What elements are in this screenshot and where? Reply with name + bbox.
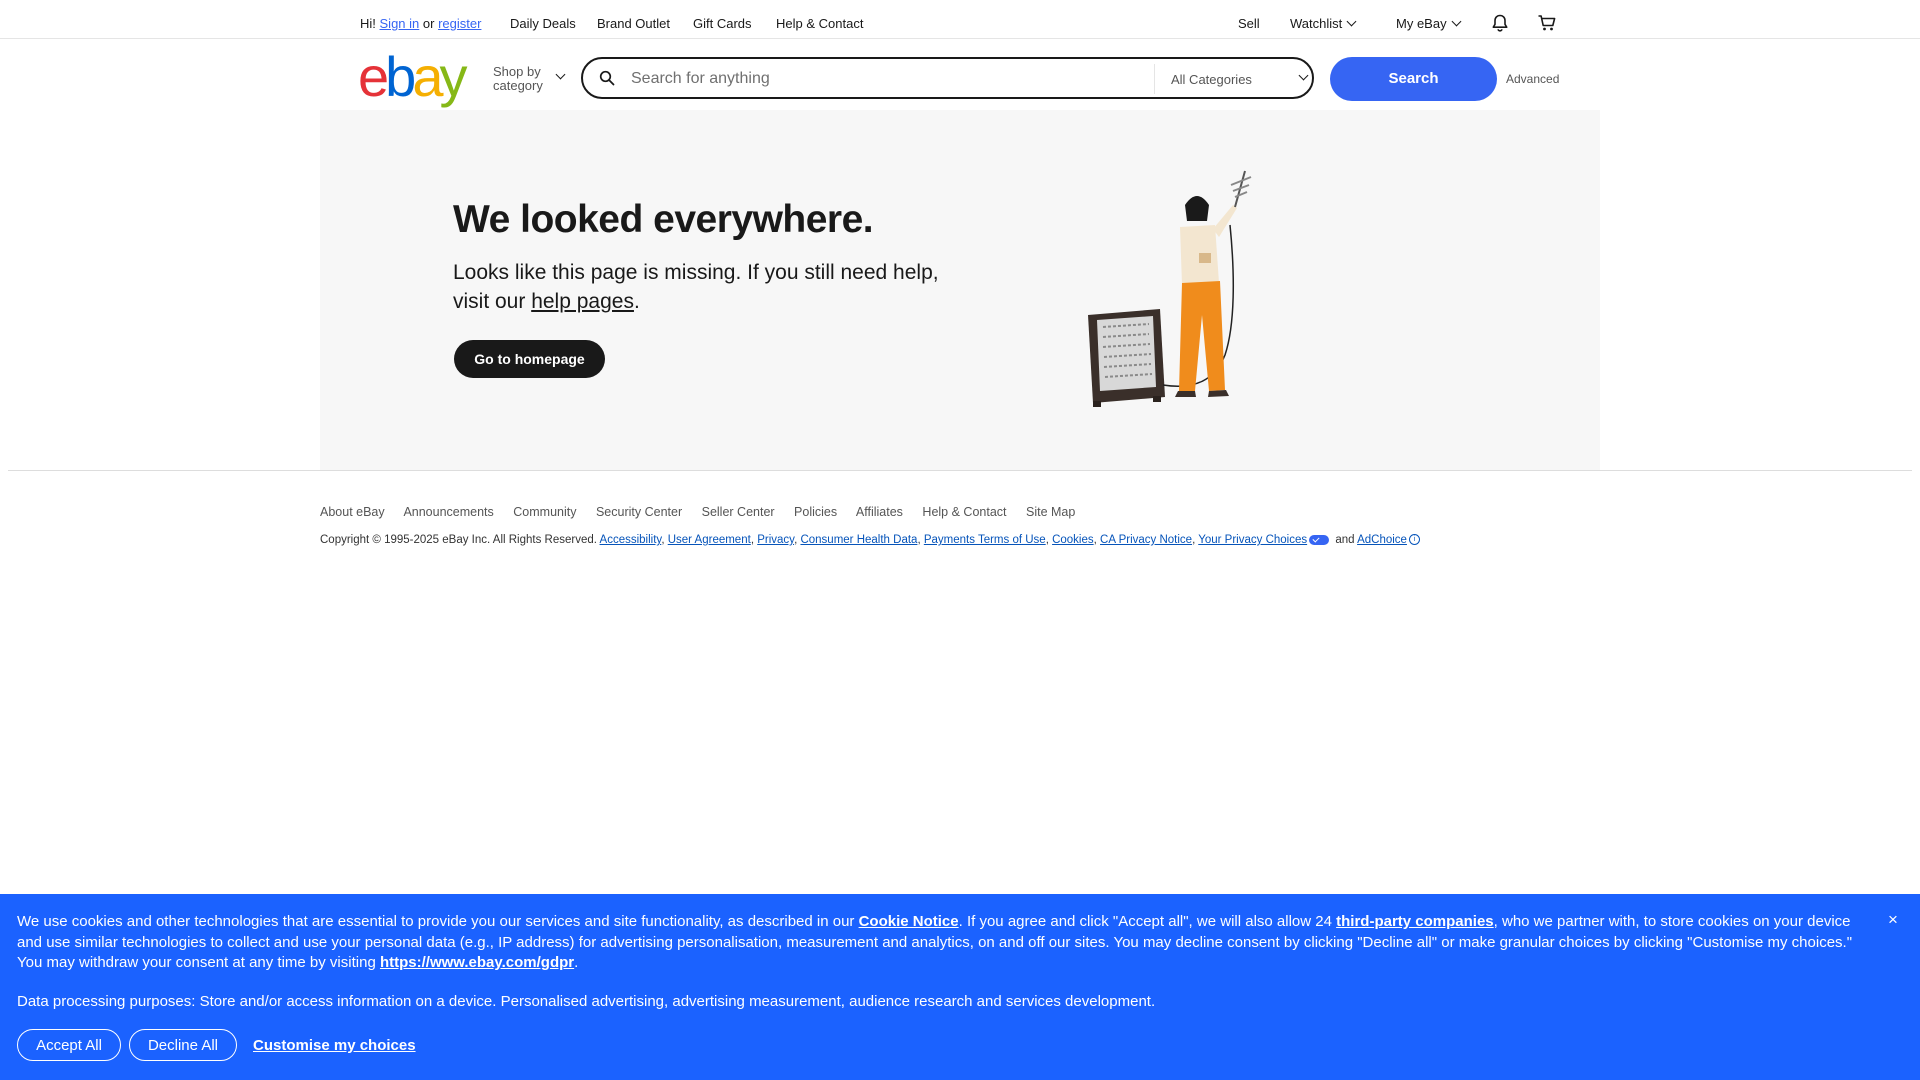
go-to-homepage-button[interactable]: Go to homepage <box>454 340 605 378</box>
cookie-text-part1: We use cookies and other technologies th… <box>17 913 859 930</box>
accept-all-button[interactable]: Accept All <box>17 1029 121 1061</box>
error-message: Looks like this page is missing. If you … <box>453 258 973 316</box>
cookie-text-part4: . <box>574 954 579 971</box>
error-message-text: Looks like this page is missing. If you … <box>453 261 939 313</box>
footer-link-policies[interactable]: Policies <box>794 505 837 519</box>
footer-links: About eBay Announcements Community Secur… <box>320 505 1091 519</box>
and-text: and <box>1335 534 1355 546</box>
footer-link-community[interactable]: Community <box>513 505 576 519</box>
logo-letter-b: b <box>385 45 416 108</box>
category-select[interactable]: All Categories <box>1171 72 1252 87</box>
top-utility-bar-inner: Hi! Sign in or register Daily Deals Bran… <box>360 0 1560 38</box>
bell-icon[interactable] <box>1490 13 1510 33</box>
third-party-companies-link[interactable]: third-party companies <box>1336 913 1494 930</box>
decline-all-button[interactable]: Decline All <box>129 1029 237 1061</box>
help-pages-link[interactable]: help pages <box>531 290 634 313</box>
search-icon <box>599 70 615 86</box>
chevron-down-icon <box>1346 16 1357 27</box>
sell-link[interactable]: Sell <box>1238 16 1260 31</box>
logo-letter-e: e <box>358 45 389 108</box>
daily-deals-link[interactable]: Daily Deals <box>510 16 576 31</box>
person-illustration <box>1175 196 1237 397</box>
data-processing-purposes: Data processing purposes: Store and/or a… <box>17 993 1156 1010</box>
site-header: ebay Shop by category All Categories Sea… <box>0 39 1920 109</box>
footer-divider <box>8 470 1912 471</box>
chevron-down-icon <box>1451 16 1462 27</box>
logo-letter-y: y <box>439 45 467 108</box>
chevron-down-icon[interactable] <box>1298 70 1309 81</box>
copyright-line: Copyright © 1995-2025 eBay Inc. All Righ… <box>320 534 1420 546</box>
error-hero: We looked everywhere. Looks like this pa… <box>320 110 1600 470</box>
register-link[interactable]: register <box>438 16 481 31</box>
my-ebay-label: My eBay <box>1396 16 1447 31</box>
advanced-search-link[interactable]: Advanced <box>1506 72 1559 86</box>
top-utility-bar: Hi! Sign in or register Daily Deals Bran… <box>0 0 1920 39</box>
my-ebay-menu[interactable]: My eBay <box>1396 16 1462 31</box>
brand-outlet-link[interactable]: Brand Outlet <box>597 16 670 31</box>
greeting: Hi! Sign in or register <box>360 16 481 31</box>
cookies-link[interactable]: Cookies <box>1052 534 1094 546</box>
greeting-text: Hi! <box>360 16 376 31</box>
search-input[interactable] <box>629 63 1233 95</box>
gift-cards-link[interactable]: Gift Cards <box>693 16 752 31</box>
help-contact-link[interactable]: Help & Contact <box>776 16 863 31</box>
footer-link-about[interactable]: About eBay <box>320 505 385 519</box>
watchlist-label: Watchlist <box>1290 16 1343 31</box>
close-icon[interactable]: × <box>1888 910 1898 930</box>
antenna-illustration <box>1230 170 1252 208</box>
copyright-text: Copyright © 1995-2025 eBay Inc. All Righ… <box>320 534 597 546</box>
payments-terms-link[interactable]: Payments Terms of Use <box>924 534 1046 546</box>
footer-link-seller-center[interactable]: Seller Center <box>702 505 775 519</box>
accessibility-link[interactable]: Accessibility <box>600 534 662 546</box>
tv-antenna-illustration <box>1088 170 1252 407</box>
cookie-notice-link[interactable]: Cookie Notice <box>859 913 959 930</box>
gdpr-link[interactable]: https://www.ebay.com/gdpr <box>380 954 574 971</box>
shop-by-line1: Shop by <box>493 64 541 79</box>
shop-by-line2: category <box>493 78 543 93</box>
user-agreement-link[interactable]: User Agreement <box>668 534 751 546</box>
footer-link-affiliates[interactable]: Affiliates <box>856 505 903 519</box>
or-text: or <box>422 16 435 31</box>
shop-by-category-button[interactable]: Shop by category <box>493 64 566 93</box>
adchoice-link[interactable]: AdChoice <box>1357 534 1407 546</box>
privacy-choices-icon <box>1309 534 1330 545</box>
tv-illustration <box>1088 309 1165 407</box>
customise-choices-link[interactable]: Customise my choices <box>253 1037 416 1054</box>
page-title: We looked everywhere. <box>453 198 874 241</box>
ca-privacy-link[interactable]: CA Privacy Notice <box>1100 534 1192 546</box>
sign-in-link[interactable]: Sign in <box>380 16 420 31</box>
ebay-logo[interactable]: ebay <box>358 49 467 105</box>
footer-link-security-center[interactable]: Security Center <box>596 505 682 519</box>
cookie-text-part2: . If you agree and click "Accept all", w… <box>958 913 1337 930</box>
consumer-health-link[interactable]: Consumer Health Data <box>800 534 917 546</box>
cookie-text: We use cookies and other technologies th… <box>17 912 1877 974</box>
privacy-choices-link[interactable]: Your Privacy Choices <box>1198 534 1307 546</box>
footer-link-site-map[interactable]: Site Map <box>1026 505 1075 519</box>
search-divider <box>1154 64 1155 94</box>
cookie-banner: We use cookies and other technologies th… <box>0 894 1920 1080</box>
logo-letter-a: a <box>412 45 443 108</box>
footer-link-announcements[interactable]: Announcements <box>403 505 493 519</box>
cart-icon[interactable] <box>1537 13 1557 33</box>
watchlist-menu[interactable]: Watchlist <box>1290 16 1357 31</box>
search-bar: All Categories <box>581 57 1314 99</box>
adchoice-icon: i <box>1408 534 1420 546</box>
error-message-end: . <box>633 290 640 313</box>
privacy-link[interactable]: Privacy <box>757 534 794 546</box>
footer-link-help-contact[interactable]: Help & Contact <box>922 505 1006 519</box>
search-button[interactable]: Search <box>1330 57 1497 101</box>
